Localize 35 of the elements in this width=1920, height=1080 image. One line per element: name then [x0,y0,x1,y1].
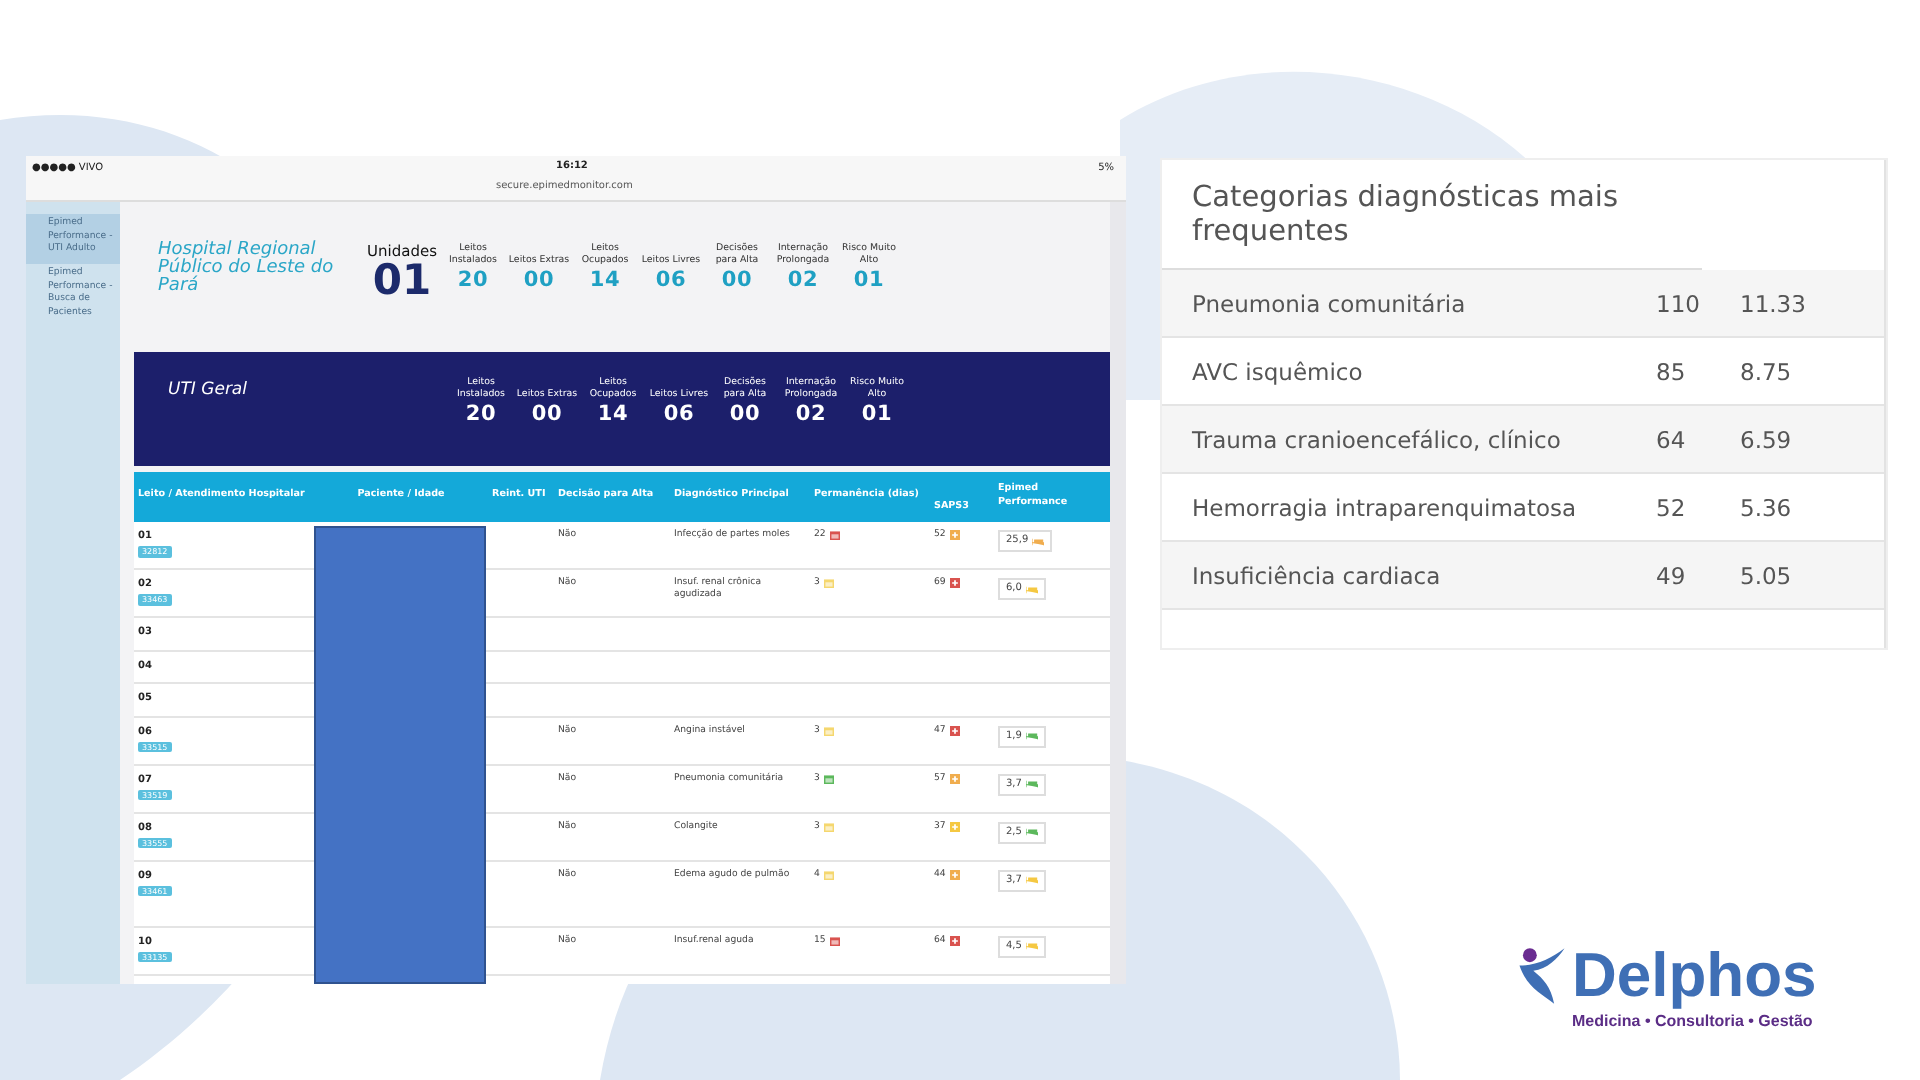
stat-value: 20 [455,268,491,292]
table-cell-text: Trauma cranioencefálico, clínico [1192,425,1563,454]
table-cell-text: 49 [1656,561,1688,590]
logo-name: Delphos [1572,944,1817,1006]
hospital-name: Hospital Regional Público do Leste do Pará [158,242,336,296]
table-cell-text: 64 [1656,425,1688,454]
stat-value: 02 [793,402,829,426]
stat-value: 00 [529,402,565,426]
table-cell-text: Hemorragia intraparenquimatosa [1192,493,1579,522]
table-cell-text: Insuficiência cardiaca [1192,561,1443,590]
stat-value: 01 [859,402,895,426]
table-cell-text: 5.36 [1740,493,1794,522]
stat-value: 06 [661,402,697,426]
table-cell-text: 5.05 [1740,561,1794,590]
stat-value: 14 [587,268,623,292]
units-value: 01 [372,260,432,302]
stat-value: 06 [653,268,689,292]
table-cell-text: 11.33 [1740,289,1808,318]
figure-logo-icon [1516,944,1568,1008]
stat-value: 02 [785,268,821,292]
table-cell-text: AVC isquêmico [1192,357,1365,386]
stat-value: 01 [851,268,887,292]
logo-tagline: Medicina • Consultoria • Gestão [1572,1012,1815,1030]
table-cell-text: 52 [1656,493,1688,522]
table-cell-text: 110 [1656,289,1702,318]
table-cell-text: 6.59 [1740,425,1794,454]
stat-value: 00 [727,402,763,426]
unit-name: UTI Geral [166,380,250,400]
table-cell-text: 8.75 [1740,357,1794,386]
stat-value: 00 [521,268,557,292]
table-cell-text: 85 [1656,357,1688,386]
stat-value: 14 [595,402,631,426]
stat-value: 00 [719,268,755,292]
stat-value: 20 [463,402,499,426]
table-cell-text: Pneumonia comunitária [1192,289,1468,318]
